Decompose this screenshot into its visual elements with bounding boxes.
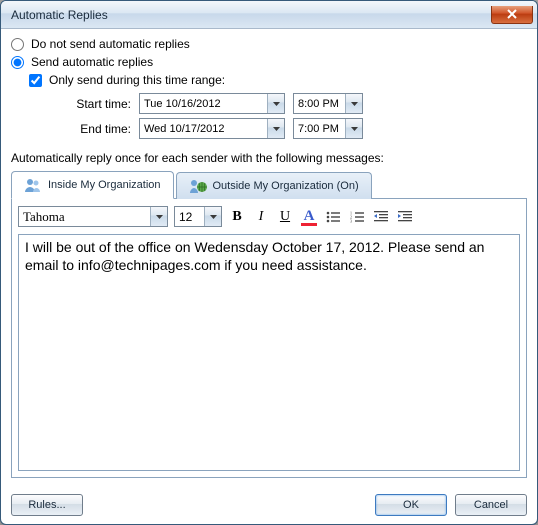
checkbox-time-range-input[interactable] (29, 74, 42, 87)
radio-dont-send[interactable]: Do not send automatic replies (11, 37, 527, 51)
end-time-select[interactable]: 7:00 PM (293, 118, 363, 139)
font-size-value: 12 (175, 210, 204, 224)
svg-text:3: 3 (350, 218, 352, 223)
bold-button[interactable]: B (228, 208, 246, 226)
font-size-select[interactable]: 12 (174, 206, 222, 227)
close-button[interactable] (491, 6, 533, 24)
bullet-list-button[interactable] (324, 208, 342, 226)
radio-send-input[interactable] (11, 56, 24, 69)
start-date-select[interactable]: Tue 10/16/2012 (139, 93, 285, 114)
footer: Rules... OK Cancel (1, 486, 537, 524)
tab-inside[interactable]: Inside My Organization (11, 171, 174, 199)
start-date-value: Tue 10/16/2012 (140, 98, 267, 110)
underline-button[interactable]: U (276, 208, 294, 226)
radio-send-label: Send automatic replies (31, 55, 153, 69)
end-date-value: Wed 10/17/2012 (140, 123, 267, 135)
message-textarea[interactable]: I will be out of the office on Wedensday… (18, 234, 520, 471)
end-time-label: End time: (71, 122, 131, 136)
window-title: Automatic Replies (11, 8, 491, 22)
start-time-label: Start time: (71, 97, 131, 111)
end-date-select[interactable]: Wed 10/17/2012 (139, 118, 285, 139)
font-value: Tahoma (19, 209, 150, 225)
end-time-value: 7:00 PM (294, 123, 345, 135)
rules-button[interactable]: Rules... (11, 494, 83, 516)
content-area: Do not send automatic replies Send autom… (1, 29, 537, 486)
indent-button[interactable] (396, 208, 414, 226)
tab-inside-label: Inside My Organization (48, 179, 161, 191)
globe-people-icon (189, 178, 207, 194)
dropdown-button[interactable] (204, 207, 221, 226)
dropdown-button[interactable] (345, 94, 362, 113)
font-color-button[interactable]: A (300, 208, 318, 226)
numbered-list-button[interactable]: 123 (348, 208, 366, 226)
radio-dont-send-label: Do not send automatic replies (31, 37, 190, 51)
radio-send[interactable]: Send automatic replies (11, 55, 527, 69)
dropdown-button[interactable] (267, 94, 284, 113)
section-label: Automatically reply once for each sender… (11, 151, 527, 165)
radio-dont-send-input[interactable] (11, 38, 24, 51)
titlebar[interactable]: Automatic Replies (1, 1, 537, 29)
ok-button[interactable]: OK (375, 494, 447, 516)
dropdown-button[interactable] (345, 119, 362, 138)
people-icon (24, 177, 42, 193)
editor-panel: Tahoma 12 B I U A 123 (11, 199, 527, 478)
cancel-button[interactable]: Cancel (455, 494, 527, 516)
start-time-select[interactable]: 8:00 PM (293, 93, 363, 114)
tabs: Inside My Organization Outside My Organi… (11, 171, 527, 199)
font-select[interactable]: Tahoma (18, 206, 168, 227)
checkbox-time-range-label: Only send during this time range: (49, 73, 225, 87)
checkbox-time-range[interactable]: Only send during this time range: (29, 73, 527, 87)
outdent-button[interactable] (372, 208, 390, 226)
dialog-automatic-replies: Automatic Replies Do not send automatic … (0, 0, 538, 525)
tab-outside-label: Outside My Organization (On) (213, 180, 359, 192)
end-time-row: End time: Wed 10/17/2012 7:00 PM (71, 118, 527, 139)
dropdown-button[interactable] (267, 119, 284, 138)
italic-button[interactable]: I (252, 208, 270, 226)
tab-outside[interactable]: Outside My Organization (On) (176, 172, 372, 199)
start-time-value: 8:00 PM (294, 98, 345, 110)
dropdown-button[interactable] (150, 207, 167, 226)
format-toolbar: Tahoma 12 B I U A 123 (18, 205, 520, 228)
start-time-row: Start time: Tue 10/16/2012 8:00 PM (71, 93, 527, 114)
